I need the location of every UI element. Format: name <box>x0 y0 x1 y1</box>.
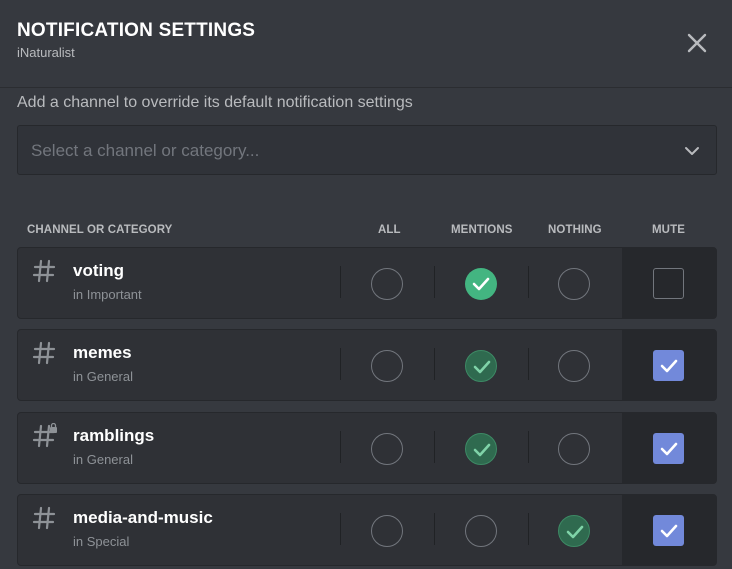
column-divider <box>528 431 529 463</box>
channel-override-row: voting in Important <box>17 247 717 319</box>
channel-hash-icon <box>32 259 56 283</box>
channel-name: voting <box>73 261 124 280</box>
channel-category: in Important <box>73 287 142 302</box>
column-header-mentions: MENTIONS <box>451 224 513 236</box>
mentions-radio[interactable] <box>465 515 497 547</box>
channel-hash-icon <box>32 506 56 530</box>
column-divider <box>340 266 341 298</box>
notification-settings-modal: NOTIFICATION SETTINGS iNaturalist Add a … <box>0 0 732 569</box>
mute-checkbox[interactable] <box>653 515 684 546</box>
override-help-text: Add a channel to override its default no… <box>17 94 413 111</box>
column-divider <box>434 266 435 298</box>
channel-category: in Special <box>73 534 130 549</box>
channel-name: ramblings <box>73 426 155 445</box>
all-radio[interactable] <box>371 350 403 382</box>
column-header-channel: CHANNEL OR CATEGORY <box>27 224 173 236</box>
mentions-radio[interactable] <box>465 350 497 382</box>
mentions-radio[interactable] <box>465 268 497 300</box>
mute-checkbox[interactable] <box>653 350 684 381</box>
modal-header: NOTIFICATION SETTINGS iNaturalist <box>0 0 732 88</box>
nothing-radio[interactable] <box>558 515 590 547</box>
column-header-mute: MUTE <box>652 224 685 236</box>
all-radio[interactable] <box>371 268 403 300</box>
server-name: iNaturalist <box>17 45 75 60</box>
channel-category: in General <box>73 452 133 467</box>
nothing-radio[interactable] <box>558 433 590 465</box>
column-divider <box>340 513 341 545</box>
column-divider <box>528 348 529 380</box>
chevron-down-icon <box>685 147 699 155</box>
mute-checkbox[interactable] <box>653 433 684 464</box>
column-divider <box>434 431 435 463</box>
channel-select-placeholder: Select a channel or category... <box>31 141 260 160</box>
mentions-radio[interactable] <box>465 433 497 465</box>
channel-hash-icon <box>32 341 56 365</box>
channel-override-row: memes in General <box>17 329 717 401</box>
channel-select-dropdown[interactable]: Select a channel or category... <box>17 125 717 175</box>
column-header-all: ALL <box>378 224 401 236</box>
channel-override-row: media-and-music in Special <box>17 494 717 566</box>
all-radio[interactable] <box>371 515 403 547</box>
all-radio[interactable] <box>371 433 403 465</box>
column-divider <box>340 348 341 380</box>
mute-checkbox[interactable] <box>653 268 684 299</box>
column-divider <box>434 348 435 380</box>
modal-title: NOTIFICATION SETTINGS <box>17 20 256 41</box>
channel-override-row: ramblings in General <box>17 412 717 484</box>
locked-channel-hash-icon <box>32 423 57 448</box>
channel-name: memes <box>73 343 132 362</box>
column-header-nothing: NOTHING <box>548 224 602 236</box>
column-divider <box>528 266 529 298</box>
column-divider <box>340 431 341 463</box>
column-divider <box>528 513 529 545</box>
channel-category: in General <box>73 369 133 384</box>
nothing-radio[interactable] <box>558 268 590 300</box>
channel-name: media-and-music <box>73 508 213 527</box>
column-divider <box>434 513 435 545</box>
close-icon[interactable] <box>684 30 710 56</box>
nothing-radio[interactable] <box>558 350 590 382</box>
